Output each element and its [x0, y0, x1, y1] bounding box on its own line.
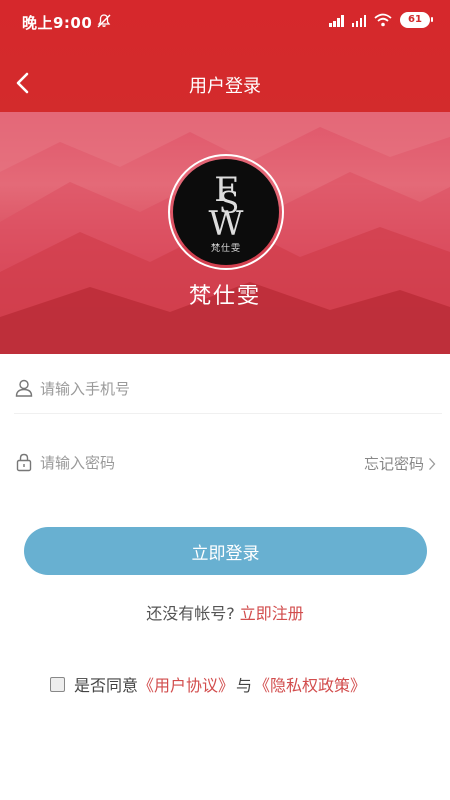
agreement-joiner: 与 [236, 676, 253, 695]
signal-bars-icon [351, 14, 366, 27]
password-input[interactable] [40, 446, 340, 480]
field-divider [14, 413, 442, 414]
brand-name: 梵仕雯 [188, 284, 261, 309]
password-field: 忘记密码 [14, 438, 442, 488]
agreement-row: 是否同意 《用户协议》 与 《隐私权政策》 [50, 672, 366, 696]
user-icon [15, 379, 33, 397]
status-bar: 晚上9:00 61 [0, 0, 450, 44]
phone-input[interactable] [40, 372, 340, 406]
phone-field [14, 364, 442, 414]
lock-icon [16, 453, 32, 472]
bell-off-icon [97, 14, 111, 28]
logo-monogram: F S W [209, 170, 244, 237]
register-link[interactable]: 立即注册 [240, 604, 304, 623]
page-title: 用户登录 [189, 76, 261, 97]
chevron-right-icon [429, 457, 436, 470]
svg-text:W: W [209, 204, 244, 237]
battery-indicator: 61 [400, 12, 433, 28]
register-prompt-text: 还没有帐号? [146, 604, 235, 623]
status-time: 晚上9:00 [22, 14, 93, 32]
agreement-prefix: 是否同意 [74, 676, 139, 695]
forgot-password-link[interactable]: 忘记密码 [364, 453, 436, 474]
status-indicators: 61 [329, 12, 433, 28]
agreement-checkbox[interactable] [50, 676, 65, 692]
privacy-policy-link[interactable]: 《隐私权政策》 [254, 672, 366, 696]
signal-bars-icon [329, 14, 344, 27]
login-button[interactable]: 立即登录 [24, 527, 427, 575]
user-agreement-link[interactable]: 《用户协议》 [138, 672, 234, 696]
brand-logo: F S W 梵仕雯 [173, 159, 279, 265]
wifi-icon [374, 13, 392, 27]
logo-caption: 梵仕雯 [210, 244, 241, 254]
app-header: 晚上9:00 61 用户登录 [0, 0, 450, 112]
forgot-password-label: 忘记密码 [363, 455, 424, 473]
register-prompt: 还没有帐号? 立即注册 [0, 600, 450, 624]
logo-ring: F S W 梵仕雯 [168, 154, 284, 270]
brand-banner: F S W 梵仕雯 梵仕雯 [0, 112, 450, 354]
